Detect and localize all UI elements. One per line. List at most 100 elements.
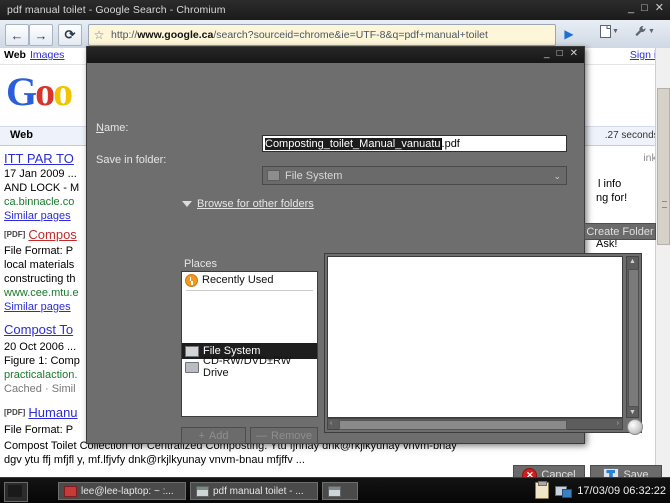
- terminal-icon: [64, 486, 77, 497]
- file-list-area[interactable]: [327, 256, 623, 418]
- result-cached-link[interactable]: Cached: [4, 383, 42, 395]
- result-snippet-line: local materials: [4, 259, 74, 273]
- result-title-link[interactable]: Humanu: [28, 405, 77, 420]
- save-in-folder-label: Save in folder:: [96, 154, 166, 166]
- screen: pdf manual toilet - Google Search - Chro…: [0, 0, 670, 503]
- result-file-format: File Format: P: [4, 245, 73, 259]
- dialog-close-icon[interactable]: ✕: [570, 49, 578, 59]
- right-column-text: ng for!: [596, 192, 627, 204]
- result-snippet-line: dgv ytu ffj mfjfl y, mf.lfjvfy dnk@rkjlk…: [4, 454, 305, 468]
- filename-input[interactable]: Composting_toilet_Manual_vanuatu.pdf: [262, 135, 567, 152]
- wrench-menu-button[interactable]: ▼: [634, 25, 655, 38]
- page-icon: [600, 25, 611, 38]
- places-item-recently-used[interactable]: Recently Used: [182, 272, 317, 288]
- search-result: [PDF] Compos: [4, 228, 77, 244]
- page-scrollbar-thumb[interactable]: [657, 88, 670, 245]
- search-result: ITT PAR TO: [4, 152, 74, 168]
- resize-grip-icon[interactable]: [627, 419, 643, 435]
- scroll-up-icon[interactable]: ▲: [629, 258, 636, 265]
- result-pdf-badge: [PDF]: [4, 408, 25, 417]
- places-list[interactable]: Recently Used File System CD-RW/DVD±RW D…: [181, 271, 318, 417]
- add-place-button[interactable]: + Add: [181, 427, 246, 444]
- file-list-vscrollbar[interactable]: ▲ ▼: [626, 256, 639, 418]
- logo-letter: o: [35, 69, 53, 114]
- forward-button[interactable]: →: [29, 24, 53, 46]
- file-list-vscroll-thumb[interactable]: [628, 269, 639, 407]
- minimize-icon[interactable]: _: [628, 3, 634, 14]
- result-url: practicalaction.: [4, 369, 77, 383]
- name-label: Name:: [96, 122, 128, 134]
- browse-for-other-folders-toggle[interactable]: Browse for other folders: [182, 198, 314, 210]
- taskbar: lee@lee-laptop: ~ :... pdf manual toilet…: [0, 477, 670, 503]
- page-menu-button[interactable]: ▼: [600, 25, 619, 38]
- filename-selected-text: Composting_toilet_Manual_vanuatu: [265, 138, 441, 150]
- nav-link-images[interactable]: Images: [30, 49, 64, 61]
- optical-drive-icon: [185, 362, 199, 373]
- save-in-folder-value: File System: [285, 170, 342, 182]
- file-browser-pane[interactable]: ▲ ▼ ‹ ›: [324, 253, 642, 433]
- results-timing: .27 seconds): [605, 130, 662, 141]
- result-title-link[interactable]: ITT PAR TO: [4, 151, 74, 166]
- browser-window-controls: _ □ ✕: [628, 3, 664, 14]
- result-title-link[interactable]: Compost To: [4, 322, 73, 337]
- address-bar[interactable]: ☆ http://www.google.ca/search?sourceid=c…: [88, 24, 556, 46]
- maximize-icon[interactable]: □: [641, 3, 648, 14]
- file-list-hscroll-thumb[interactable]: [339, 420, 567, 430]
- scroll-right-icon[interactable]: ›: [617, 420, 619, 427]
- taskbar-item-label: lee@lee-laptop: ~ :...: [81, 486, 174, 497]
- taskbar-item-terminal[interactable]: lee@lee-laptop: ~ :...: [58, 482, 186, 500]
- remove-place-button[interactable]: — Remove: [250, 427, 318, 444]
- save-in-folder-dropdown[interactable]: File System ⌄: [262, 166, 567, 185]
- dialog-titlebar: _ □ ✕: [87, 47, 584, 63]
- reload-button[interactable]: ⟳: [58, 24, 82, 46]
- result-url: ca.binnacle.co: [4, 196, 74, 210]
- result-snippet-line: 17 Jan 2009 ...: [4, 168, 77, 182]
- reload-icon: ⟳: [65, 27, 76, 43]
- harddisk-icon: [185, 346, 199, 357]
- filename-extension: .pdf: [442, 138, 460, 150]
- dialog-maximize-icon[interactable]: □: [557, 49, 563, 59]
- result-similar-link[interactable]: Simil: [52, 383, 76, 395]
- taskbar-item-browser[interactable]: pdf manual toilet - ...: [190, 482, 318, 500]
- browser-toolbar: ← → ⟳ ☆ http://www.google.ca/search?sour…: [0, 20, 670, 49]
- bookmark-star-icon[interactable]: ☆: [89, 26, 109, 44]
- search-result: [PDF] Humanu: [4, 406, 78, 422]
- scroll-left-icon[interactable]: ‹: [330, 420, 332, 427]
- result-snippet-line: 20 Oct 2006 ...: [4, 341, 76, 355]
- file-list-hscrollbar[interactable]: ‹ ›: [327, 418, 623, 430]
- logo-letter: G: [6, 69, 35, 114]
- go-button[interactable]: ▶: [560, 25, 578, 43]
- taskbar-item-dialog[interactable]: [322, 482, 358, 500]
- result-similar-link[interactable]: Similar pages: [4, 210, 71, 222]
- network-icon[interactable]: [555, 484, 571, 498]
- dialog-minimize-icon[interactable]: _: [544, 49, 550, 59]
- page-scrollbar[interactable]: [655, 48, 670, 477]
- result-snippet-line: AND LOCK - M: [4, 182, 79, 196]
- desktop-icon: [8, 485, 22, 497]
- name-label-rest: ame:: [104, 122, 128, 134]
- results-tab-web[interactable]: Web: [10, 129, 33, 141]
- taskbar-item-label: pdf manual toilet - ...: [213, 486, 304, 497]
- places-divider: [186, 290, 313, 291]
- dialog-window-controls: _ □ ✕: [544, 49, 578, 59]
- remove-label: Remove: [271, 430, 312, 442]
- recent-icon: [185, 274, 198, 287]
- name-label-mnemonic: N: [96, 122, 104, 134]
- back-button[interactable]: ←: [5, 24, 29, 46]
- result-similar-link[interactable]: Similar pages: [4, 301, 71, 313]
- create-folder-button[interactable]: Create Folder: [584, 223, 656, 240]
- add-label: Add: [209, 430, 229, 442]
- google-logo: Goo: [6, 72, 71, 112]
- clipboard-icon[interactable]: [535, 482, 549, 499]
- create-folder-label: Create Folder: [586, 226, 653, 238]
- show-desktop-button[interactable]: [4, 482, 28, 502]
- nav-link-web[interactable]: Web: [4, 49, 26, 61]
- save-file-dialog: _ □ ✕ Name: Composting_toilet_Manual_van…: [86, 46, 585, 444]
- result-title-link[interactable]: Compos: [28, 227, 76, 242]
- places-item-cd-drive[interactable]: CD-RW/DVD±RW Drive: [182, 359, 317, 375]
- chevron-down-icon: ▼: [612, 28, 619, 35]
- close-icon[interactable]: ✕: [655, 3, 664, 14]
- browser-titlebar: pdf manual toilet - Google Search - Chro…: [0, 0, 670, 21]
- scroll-down-icon[interactable]: ▼: [629, 409, 636, 416]
- folder-icon: [267, 170, 280, 181]
